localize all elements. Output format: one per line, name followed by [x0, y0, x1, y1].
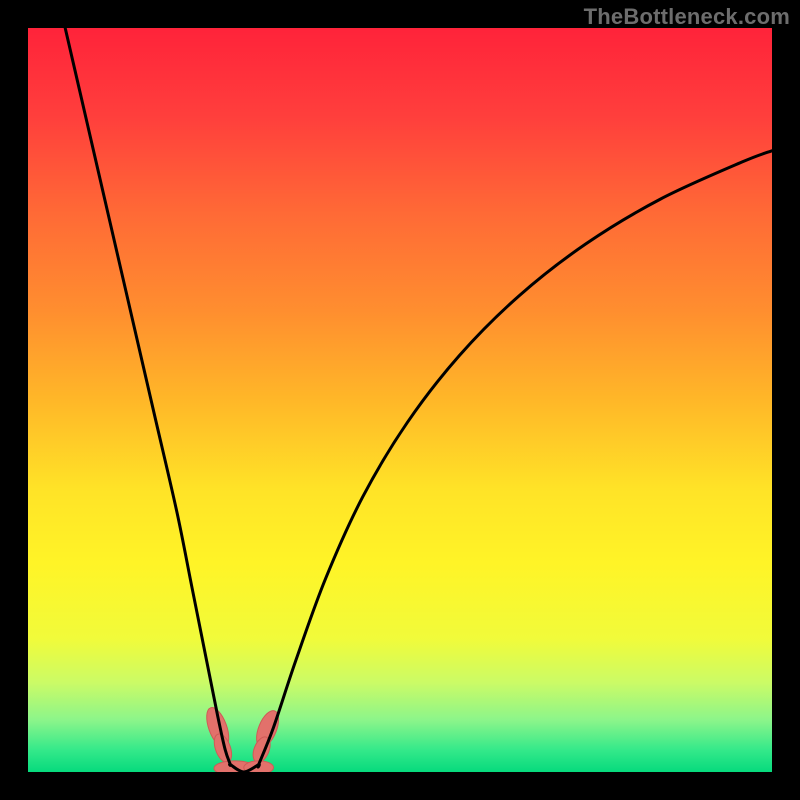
watermark-text: TheBottleneck.com	[584, 4, 790, 30]
outer-frame: TheBottleneck.com	[0, 0, 800, 800]
gradient-background	[28, 28, 772, 772]
chart-svg	[28, 28, 772, 772]
plot-area	[28, 28, 772, 772]
